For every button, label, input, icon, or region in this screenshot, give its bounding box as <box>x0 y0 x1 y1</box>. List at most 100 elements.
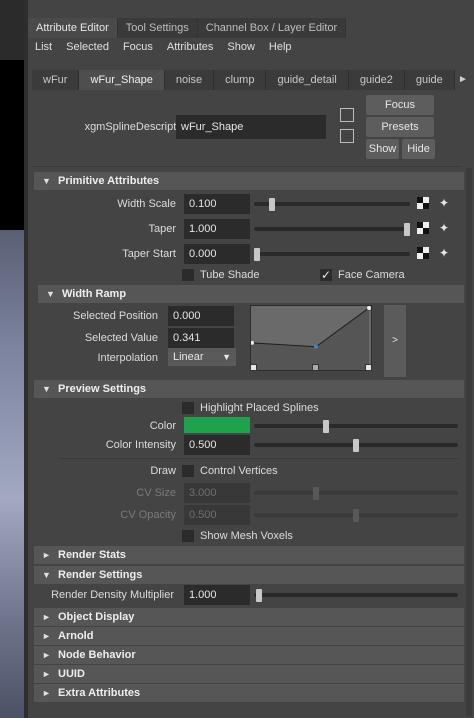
menu-selected[interactable]: Selected <box>59 38 116 56</box>
taper-start-map-icon[interactable] <box>417 247 429 259</box>
tab-tool-settings[interactable]: Tool Settings <box>117 18 198 38</box>
control-vertices-checkbox[interactable] <box>182 465 194 477</box>
section-render-settings[interactable]: ▼ Render Settings <box>34 566 464 584</box>
header-divider <box>32 166 462 167</box>
node-tab-noise[interactable]: noise <box>164 70 215 90</box>
section-uuid[interactable]: ► UUID <box>34 665 464 683</box>
top-tabs: Attribute Editor Tool Settings Channel B… <box>28 18 474 38</box>
section-arnold[interactable]: ► Arnold <box>34 627 464 645</box>
show-mesh-voxels-label: Show Mesh Voxels <box>200 530 293 542</box>
viewport-background <box>0 60 24 230</box>
show-button[interactable]: Show <box>366 139 399 159</box>
expanded-arrow-icon: ▼ <box>46 289 55 299</box>
input-connection-icon[interactable] <box>340 108 354 122</box>
section-primitive-attributes[interactable]: ▼ Primitive Attributes <box>34 172 464 190</box>
section-extra-attributes[interactable]: ► Extra Attributes <box>34 684 464 702</box>
ramp-marker-mid[interactable] <box>312 364 319 371</box>
interpolation-label: Interpolation <box>97 352 158 364</box>
section-width-ramp[interactable]: ▼ Width Ramp <box>38 285 464 303</box>
cv-opacity-field: 0.500 <box>184 505 250 525</box>
menu-attributes[interactable]: Attributes <box>160 38 220 56</box>
render-density-slider[interactable] <box>254 589 458 602</box>
taper-map-icon[interactable] <box>417 222 429 234</box>
vertical-scrollbar[interactable] <box>466 168 472 716</box>
node-tab-guide[interactable]: guide <box>404 70 455 90</box>
viewport-fur-preview <box>0 230 24 718</box>
focus-button[interactable]: Focus <box>366 95 434 115</box>
hide-button[interactable]: Hide <box>402 139 435 159</box>
taper-slider[interactable] <box>254 223 410 236</box>
node-tab-guide-detail[interactable]: guide_detail <box>266 70 349 90</box>
color-swatch[interactable] <box>184 417 250 433</box>
interpolation-value: Linear <box>173 351 204 363</box>
menu-list[interactable]: List <box>28 38 59 56</box>
render-density-slider-handle[interactable] <box>256 589 262 602</box>
menu-focus[interactable]: Focus <box>116 38 160 56</box>
section-object-display[interactable]: ► Object Display <box>34 608 464 626</box>
face-camera-checkbox[interactable]: ✓ <box>320 269 332 281</box>
collapsed-arrow-icon: ► <box>42 669 51 679</box>
width-scale-expression-icon[interactable]: ✦ <box>439 196 453 210</box>
ramp-point-end[interactable] <box>367 306 371 310</box>
taper-start-field[interactable]: 0.000 <box>184 244 250 264</box>
interpolation-dropdown[interactable]: Linear ▼ <box>168 348 236 366</box>
tube-shade-checkbox[interactable] <box>182 269 194 281</box>
node-tab-wfur-shape[interactable]: wFur_Shape <box>79 70 165 90</box>
ramp-point-start[interactable] <box>250 340 254 345</box>
width-ramp-graph[interactable] <box>250 305 372 371</box>
node-tab-wfur[interactable]: wFur <box>32 70 80 90</box>
width-scale-label: Width Scale <box>117 198 176 210</box>
taper-start-slider-handle[interactable] <box>254 248 260 261</box>
taper-field[interactable]: 1.000 <box>184 219 250 239</box>
highlight-splines-checkbox[interactable] <box>182 402 194 414</box>
render-density-label: Render Density Multiplier <box>51 589 174 601</box>
width-scale-map-icon[interactable] <box>417 197 429 209</box>
node-tab-clump[interactable]: clump <box>214 70 267 90</box>
taper-expression-icon[interactable]: ✦ <box>439 221 453 235</box>
ramp-expand-button[interactable]: > <box>384 305 406 377</box>
width-scale-slider-handle[interactable] <box>269 198 275 211</box>
highlight-splines-label: Highlight Placed Splines <box>200 402 319 414</box>
section-preview-settings[interactable]: ▼ Preview Settings <box>34 380 464 398</box>
taper-start-slider[interactable] <box>254 248 410 261</box>
taper-start-label: Taper Start <box>122 248 176 260</box>
color-intensity-slider[interactable] <box>254 439 458 452</box>
color-intensity-field[interactable]: 0.500 <box>184 435 250 455</box>
preview-divider <box>58 458 458 459</box>
width-scale-slider[interactable] <box>254 198 410 211</box>
render-density-field[interactable]: 1.000 <box>184 585 250 605</box>
section-node-behavior[interactable]: ► Node Behavior <box>34 646 464 664</box>
ramp-marker-end[interactable] <box>365 364 372 371</box>
tab-channel-box[interactable]: Channel Box / Layer Editor <box>197 18 347 38</box>
output-connection-icon[interactable] <box>340 129 354 143</box>
cv-opacity-slider <box>254 509 458 522</box>
desc-name-field[interactable]: wFur_Shape <box>176 115 326 139</box>
menu-help[interactable]: Help <box>262 38 299 56</box>
width-scale-field[interactable]: 0.100 <box>184 194 250 214</box>
color-slider[interactable] <box>254 420 458 433</box>
selected-position-field[interactable]: 0.000 <box>168 306 234 326</box>
ramp-marker-start[interactable] <box>250 364 257 371</box>
taper-start-expression-icon[interactable]: ✦ <box>439 246 453 260</box>
collapsed-arrow-icon: ► <box>42 631 51 641</box>
node-tab-guide2[interactable]: guide2 <box>348 70 405 90</box>
menu-show[interactable]: Show <box>220 38 262 56</box>
taper-slider-handle[interactable] <box>404 223 410 236</box>
face-camera-label: Face Camera <box>338 269 405 281</box>
ramp-point-mid[interactable] <box>313 344 318 349</box>
color-label: Color <box>149 420 176 432</box>
section-title: Object Display <box>58 611 135 623</box>
expanded-arrow-icon: ▼ <box>42 384 51 394</box>
color-slider-handle[interactable] <box>323 420 330 433</box>
cv-opacity-label: CV Opacity <box>120 509 176 521</box>
section-render-stats[interactable]: ► Render Stats <box>34 546 464 564</box>
section-title: Render Stats <box>58 549 126 561</box>
section-title: Extra Attributes <box>58 687 141 699</box>
tab-attribute-editor[interactable]: Attribute Editor <box>28 18 118 38</box>
show-mesh-voxels-checkbox[interactable] <box>182 530 194 542</box>
collapsed-arrow-icon: ► <box>42 550 51 560</box>
selected-value-field[interactable]: 0.341 <box>168 328 234 348</box>
presets-button[interactable]: Presets <box>366 117 434 137</box>
tab-scroll-right-icon[interactable]: ► <box>458 72 468 88</box>
color-intensity-slider-handle[interactable] <box>353 439 359 452</box>
